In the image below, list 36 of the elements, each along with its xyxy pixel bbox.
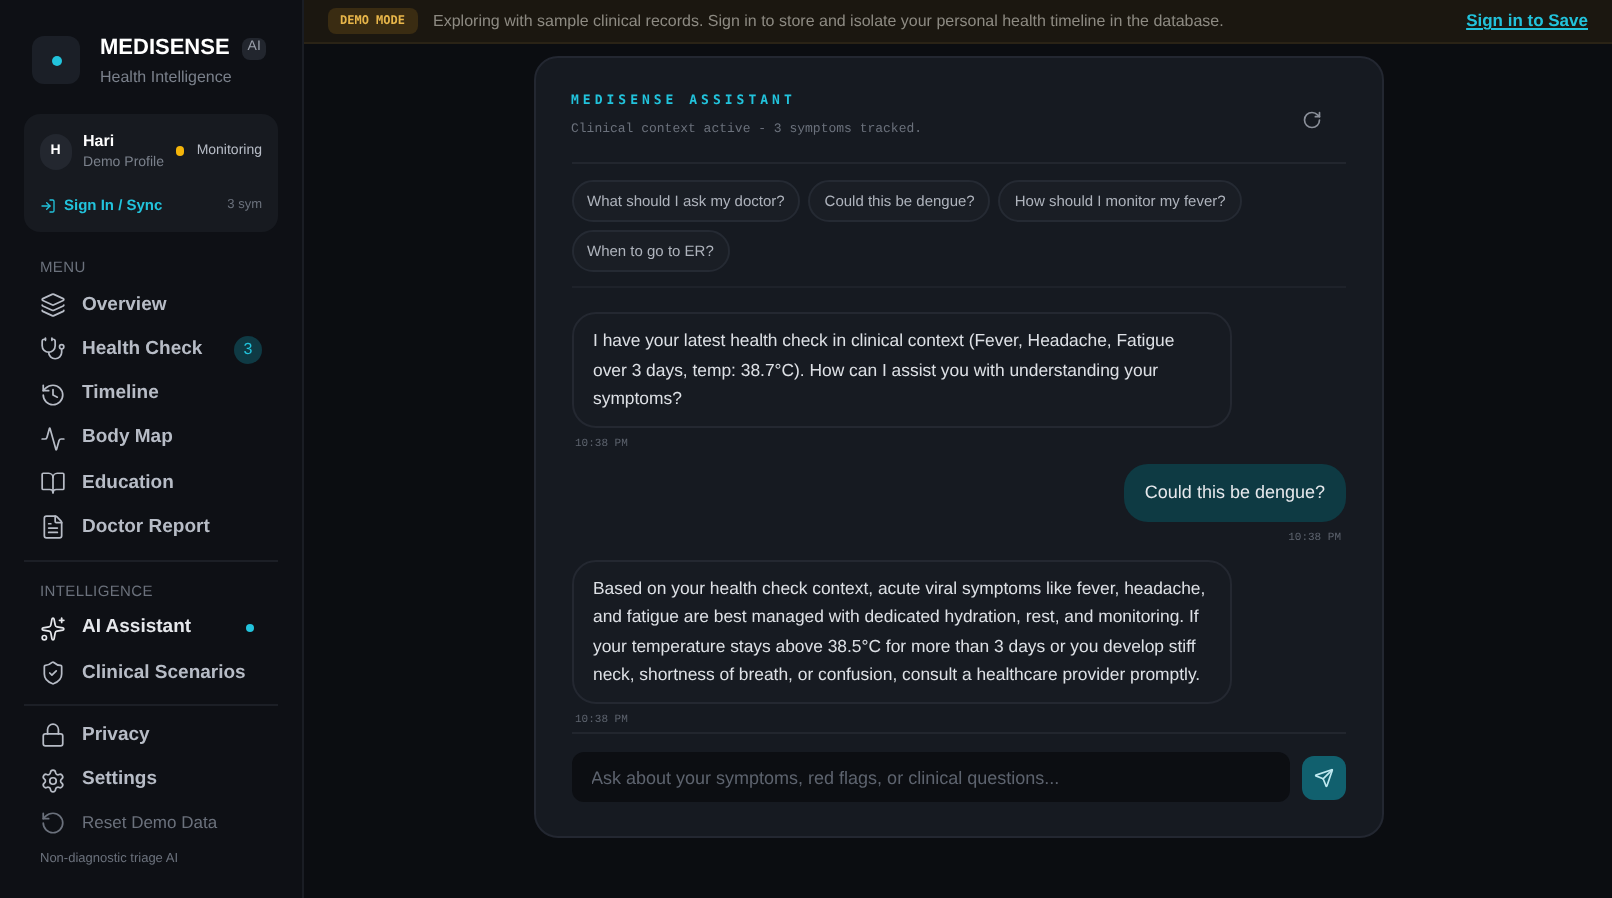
sign-in-save-link[interactable]: Sign in to Save [1466, 8, 1588, 34]
brand-tagline: Health Intelligence [100, 65, 234, 89]
sparkles-icon [40, 615, 66, 642]
user-message: Could this be dengue? [1124, 463, 1345, 523]
logo-icon [32, 36, 80, 85]
send-icon [1313, 767, 1333, 787]
stethoscope-icon [40, 336, 66, 363]
nav-item[interactable]: Timeline [24, 374, 278, 415]
book-icon [40, 470, 66, 497]
nav-item[interactable]: Privacy [24, 715, 278, 756]
history-icon [40, 381, 66, 408]
lock-icon [40, 722, 66, 749]
nav-item[interactable]: Clinical Scenarios [24, 653, 278, 694]
nav-item[interactable]: Body Map [24, 418, 278, 459]
document-icon [40, 514, 66, 541]
nav-item[interactable]: Doctor Report [24, 507, 278, 548]
brand-name: MEDISENSE [100, 34, 230, 64]
assistant-message: Based on your health check context, acute viral symptoms like fever, headache, and fatigue are best managed with dedicated hydration, rest, and monitoring. If your temperature stays above 38.5°C for more than 3 days or you develop stiff neck, shortness of breath, or confusion, consult a healthcare provider promptly. [571, 559, 1231, 703]
message-input[interactable]: Ask about your symptoms, red flags, or clinical questions... [571, 752, 1289, 802]
shield-icon [40, 660, 66, 687]
settings-icon [40, 767, 66, 794]
nav-item[interactable]: Education [24, 463, 278, 504]
reset-icon [40, 810, 66, 837]
nav-item[interactable]: Health Check 3 [24, 329, 278, 370]
layers-icon [40, 292, 66, 319]
sign-in-icon [40, 197, 56, 214]
pulse-icon [40, 425, 66, 452]
nav-item[interactable]: Overview [24, 285, 278, 326]
count-badge: 3 [234, 335, 262, 364]
assistant-message: I have your latest health check in clinical context (Fever, Headache, Fatigue over 3 days, temp: 38.7°C). How can I assist you with understanding your symptoms? [571, 312, 1231, 427]
nav-item[interactable]: AI Assistant [24, 608, 278, 649]
nav-item[interactable]: Settings [24, 760, 278, 801]
banner-message: Exploring with sample clinical records. Sign in to store and isolate your personal health timeline in the database. [433, 9, 1226, 33]
profile-name: Hari [83, 129, 117, 153]
send-button[interactable] [1301, 755, 1345, 799]
refresh-icon[interactable] [1301, 110, 1321, 130]
